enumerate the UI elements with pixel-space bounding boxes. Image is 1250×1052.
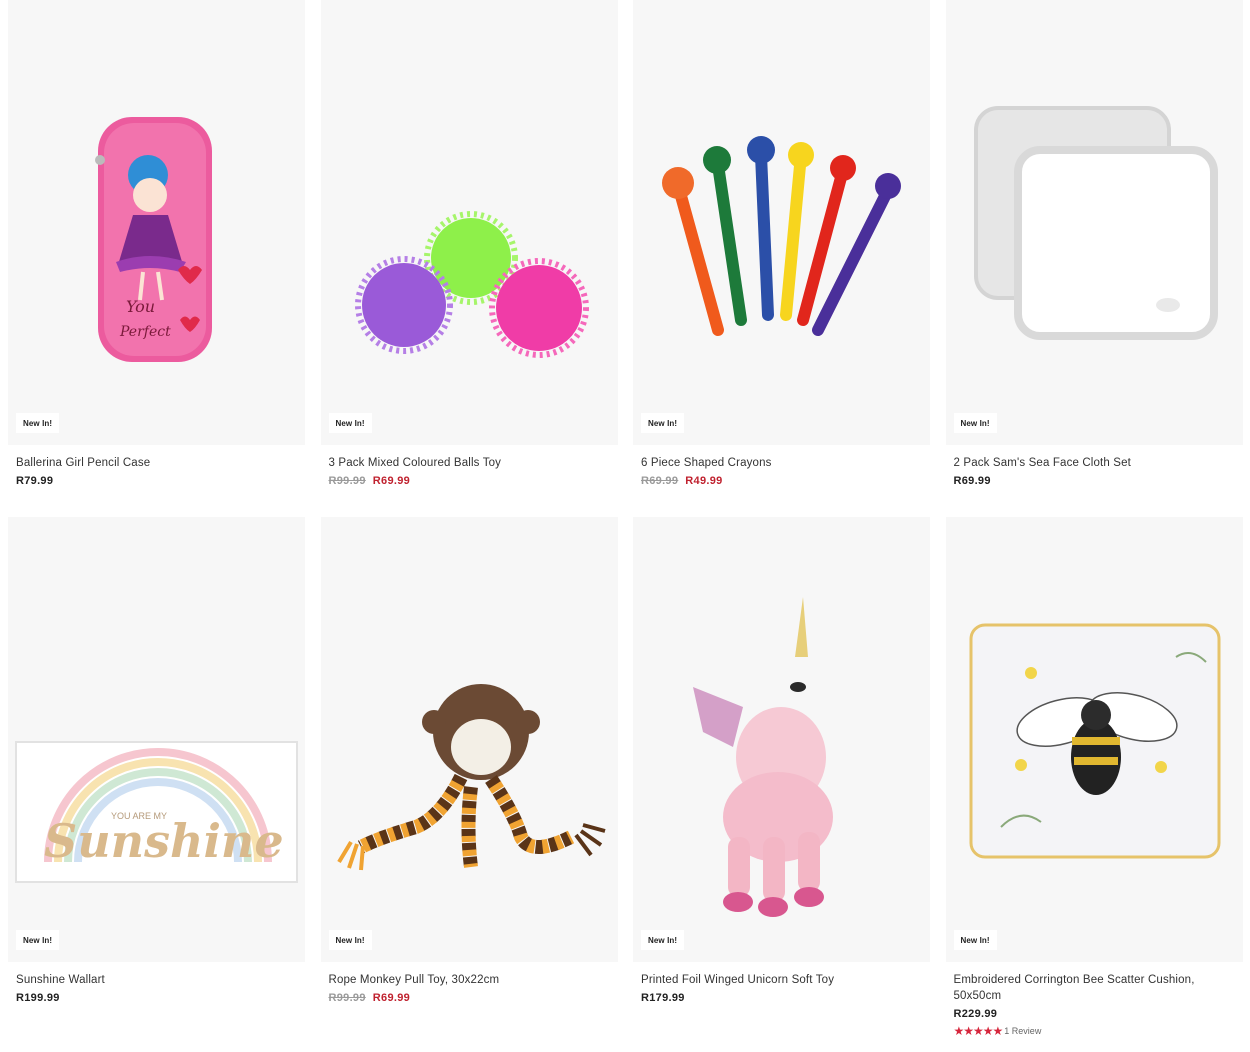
product-title[interactable]: 2 Pack Sam's Sea Face Cloth Set <box>954 455 1224 471</box>
product-price: R69.99 R49.99 <box>641 475 930 487</box>
product-title[interactable]: Rope Monkey Pull Toy, 30x22cm <box>329 972 599 988</box>
product-card[interactable]: You Perfect New In! Ballerina Girl Penci… <box>8 0 305 517</box>
product-card[interactable]: New In! 2 Pack Sam's Sea Face Cloth Set … <box>945 0 1243 517</box>
unicorn-image <box>693 597 833 917</box>
product-image[interactable]: New In! <box>320 517 618 962</box>
pencil-case-image: You Perfect <box>95 117 212 362</box>
bee-cushion-image <box>969 623 1220 859</box>
sale-price: R69.99 <box>372 992 411 1004</box>
product-title[interactable]: Embroidered Corrington Bee Scatter Cushi… <box>954 972 1224 1004</box>
product-image[interactable]: You Perfect New In! <box>8 0 305 445</box>
product-title[interactable]: Printed Foil Winged Unicorn Soft Toy <box>641 972 911 988</box>
product-price: R99.99 R69.99 <box>329 475 618 487</box>
new-in-badge: New In! <box>953 930 997 950</box>
new-in-badge: New In! <box>16 930 60 950</box>
product-price: R229.99 <box>953 1008 998 1020</box>
product-title[interactable]: Ballerina Girl Pencil Case <box>16 455 286 471</box>
product-card[interactable]: New In! Printed Foil Winged Unicorn Soft… <box>633 517 930 1034</box>
review-count[interactable]: 1 Review <box>1004 1026 1041 1036</box>
product-image[interactable]: New In! <box>633 517 930 962</box>
monkey-toy-image <box>336 684 606 871</box>
product-title[interactable]: 6 Piece Shaped Crayons <box>641 455 911 471</box>
product-image[interactable]: New In! <box>633 0 930 445</box>
product-image[interactable]: New In! <box>945 517 1243 962</box>
product-image[interactable]: YOU ARE MY Sunshine New In! <box>8 517 305 962</box>
wallart-big-text: Sunshine <box>44 814 284 868</box>
product-price: R179.99 <box>641 992 685 1004</box>
new-in-badge: New In! <box>328 930 372 950</box>
face-cloth-image <box>973 106 1218 340</box>
spiky-balls-image <box>354 211 589 358</box>
product-grid: You Perfect New In! Ballerina Girl Penci… <box>8 0 1243 1038</box>
sale-price: R69.99 <box>372 475 411 487</box>
sale-price: R49.99 <box>685 475 723 487</box>
new-in-badge: New In! <box>641 930 685 950</box>
product-card[interactable]: YOU ARE MY Sunshine New In! Sunshine Wal… <box>8 517 305 1034</box>
wallart-image: YOU ARE MY Sunshine <box>15 741 298 883</box>
new-in-badge: New In! <box>641 413 685 433</box>
product-price: R69.99 <box>953 475 991 487</box>
product-price: R99.99 R69.99 <box>329 992 618 1004</box>
was-price: R99.99 <box>328 475 366 487</box>
product-card[interactable]: New In! Embroidered Corrington Bee Scatt… <box>945 517 1243 1038</box>
product-price: R199.99 <box>16 992 60 1004</box>
product-card[interactable]: New In! 6 Piece Shaped Crayons R69.99 R49… <box>633 0 930 517</box>
was-price: R69.99 <box>641 475 679 487</box>
crayons-image <box>662 136 901 336</box>
svg-text:You: You <box>126 297 155 316</box>
svg-text:Perfect: Perfect <box>119 324 171 340</box>
was-price: R99.99 <box>328 992 366 1004</box>
new-in-badge: New In! <box>328 413 372 433</box>
product-card[interactable]: New In! 3 Pack Mixed Coloured Balls Toy … <box>320 0 618 517</box>
star-rating-icon: ★★★★★ <box>953 1024 1004 1038</box>
product-title[interactable]: 3 Pack Mixed Coloured Balls Toy <box>329 455 599 471</box>
product-price: R79.99 <box>16 475 54 487</box>
product-title[interactable]: Sunshine Wallart <box>16 972 286 988</box>
product-image[interactable]: New In! <box>320 0 618 445</box>
new-in-badge: New In! <box>953 413 997 433</box>
product-image[interactable]: New In! <box>945 0 1243 445</box>
product-card[interactable]: New In! Rope Monkey Pull Toy, 30x22cm R9… <box>320 517 618 1034</box>
new-in-badge: New In! <box>16 413 60 433</box>
rating-row[interactable]: ★★★★★ 1 Review <box>954 1024 1243 1038</box>
